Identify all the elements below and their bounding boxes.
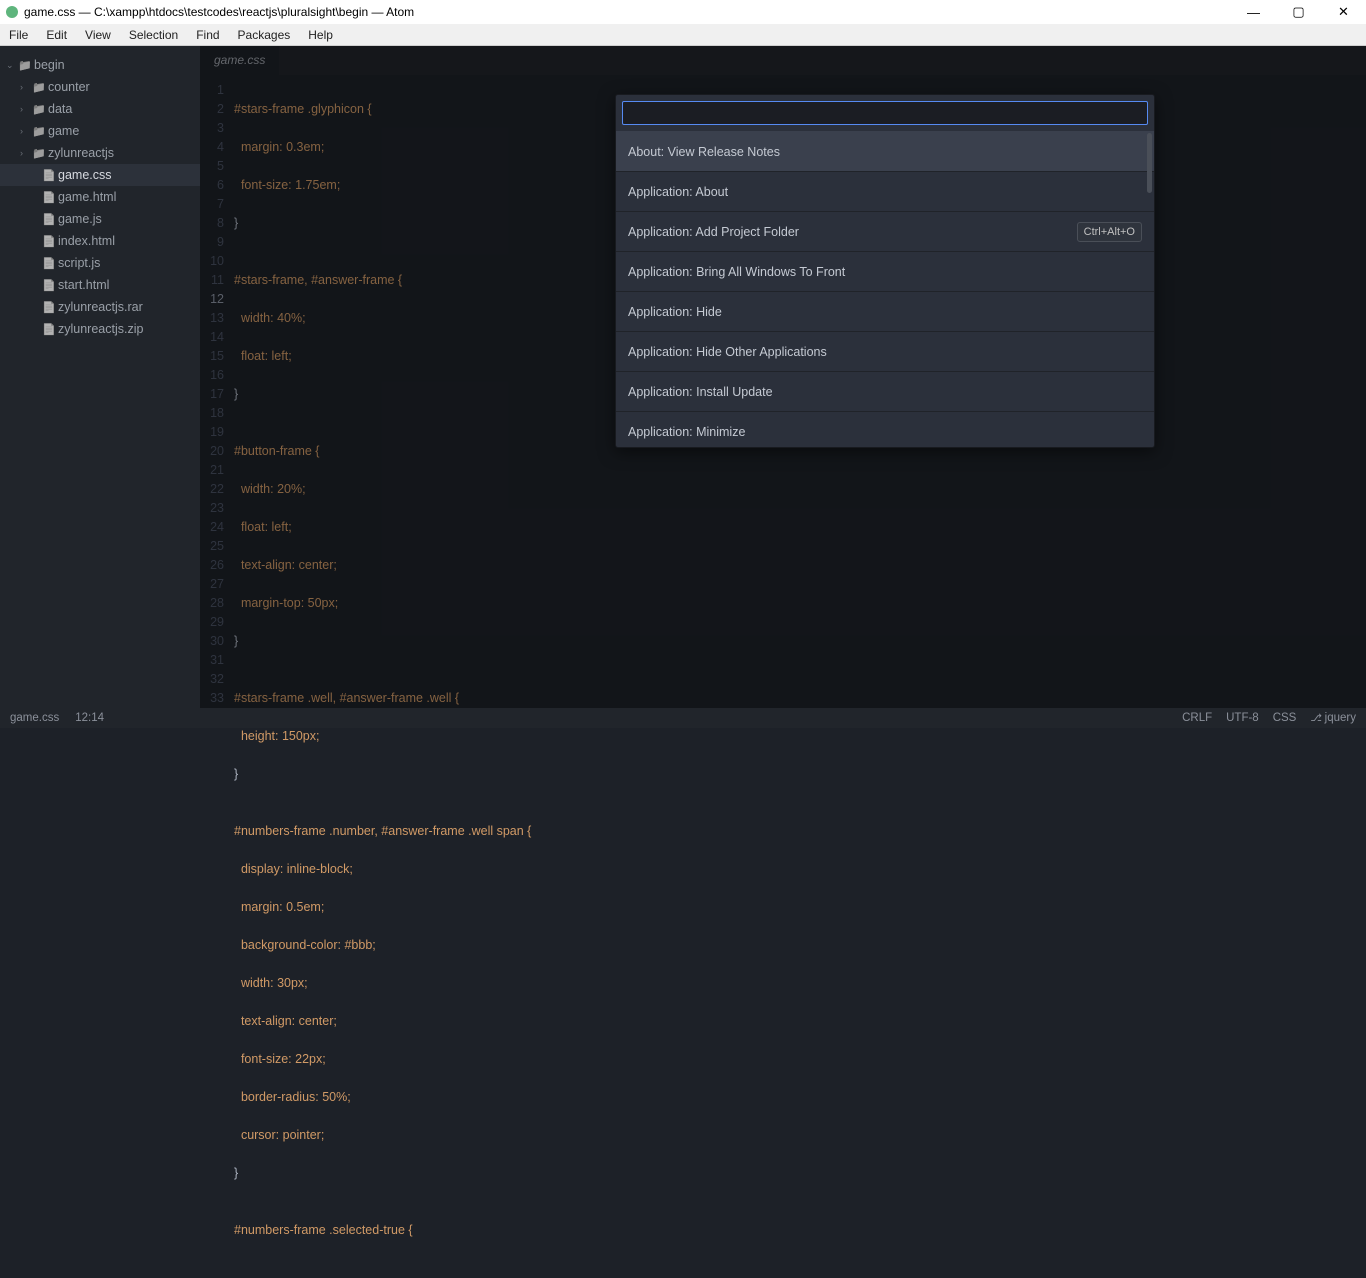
tree-file[interactable]: script.js xyxy=(0,252,200,274)
tree-label: start.html xyxy=(58,278,109,292)
tree-file[interactable]: start.html xyxy=(0,274,200,296)
chevron-right-icon: › xyxy=(20,126,30,136)
menu-packages[interactable]: Packages xyxy=(229,28,300,42)
file-icon xyxy=(40,235,58,248)
tree-file[interactable]: game.js xyxy=(0,208,200,230)
tree-label: index.html xyxy=(58,234,115,248)
window-title: game.css — C:\xampp\htdocs\testcodes\rea… xyxy=(24,5,414,19)
menu-edit[interactable]: Edit xyxy=(37,28,76,42)
chevron-right-icon: › xyxy=(20,148,30,158)
tree-label: game xyxy=(48,124,79,138)
tree-label: game.js xyxy=(58,212,102,226)
command-palette: About: View Release Notes Application: A… xyxy=(615,94,1155,448)
menu-file[interactable]: File xyxy=(0,28,37,42)
tree-label: script.js xyxy=(58,256,100,270)
file-icon xyxy=(40,257,58,270)
palette-item[interactable]: Application: Hide Other Applications xyxy=(616,331,1154,371)
palette-item[interactable]: Application: About xyxy=(616,171,1154,211)
palette-item-label: Application: Install Update xyxy=(628,385,773,399)
palette-item[interactable]: Application: Minimize xyxy=(616,411,1154,447)
palette-item[interactable]: Application: Bring All Windows To Front xyxy=(616,251,1154,291)
tree-folder[interactable]: › counter xyxy=(0,76,200,98)
command-palette-input[interactable] xyxy=(622,101,1148,125)
menu-view[interactable]: View xyxy=(76,28,120,42)
tree-root-label: begin xyxy=(34,58,65,72)
menu-bar: File Edit View Selection Find Packages H… xyxy=(0,24,1366,46)
status-file[interactable]: game.css xyxy=(10,712,59,724)
editor-pane: game.css 12345 678910 1112131415 1617181… xyxy=(200,46,1366,708)
palette-item-label: Application: Minimize xyxy=(628,425,745,439)
chevron-right-icon: › xyxy=(20,82,30,92)
palette-item-label: Application: Hide xyxy=(628,305,722,319)
folder-icon xyxy=(30,103,48,116)
tree-folder[interactable]: › game xyxy=(0,120,200,142)
palette-item-label: About: View Release Notes xyxy=(628,145,780,159)
folder-icon xyxy=(16,59,34,72)
palette-item[interactable]: Application: Add Project Folder Ctrl+Alt+… xyxy=(616,211,1154,251)
chevron-down-icon: ⌄ xyxy=(6,60,16,71)
tree-file[interactable]: zylunreactjs.rar xyxy=(0,296,200,318)
menu-find[interactable]: Find xyxy=(187,28,228,42)
file-icon xyxy=(40,279,58,292)
palette-item-label: Application: Add Project Folder xyxy=(628,225,799,239)
palette-item-label: Application: Bring All Windows To Front xyxy=(628,265,845,279)
tree-folder[interactable]: › data xyxy=(0,98,200,120)
tree-label: counter xyxy=(48,80,90,94)
chevron-right-icon: › xyxy=(20,104,30,114)
tree-label: game.html xyxy=(58,190,116,204)
palette-item-label: Application: About xyxy=(628,185,728,199)
palette-item[interactable]: About: View Release Notes xyxy=(616,131,1154,171)
tree-label: game.css xyxy=(58,168,112,182)
menu-help[interactable]: Help xyxy=(299,28,342,42)
file-icon xyxy=(40,169,58,182)
tree-folder[interactable]: › zylunreactjs xyxy=(0,142,200,164)
folder-icon xyxy=(30,81,48,94)
tree-file[interactable]: game.html xyxy=(0,186,200,208)
file-icon xyxy=(40,191,58,204)
tree-label: zylunreactjs.rar xyxy=(58,300,143,314)
status-cursor[interactable]: 12:14 xyxy=(75,712,104,724)
folder-icon xyxy=(30,147,48,160)
keybinding-hint: Ctrl+Alt+O xyxy=(1077,222,1142,242)
tree-label: zylunreactjs.zip xyxy=(58,322,143,336)
tree-file[interactable]: game.css xyxy=(0,164,200,186)
palette-item[interactable]: Application: Hide xyxy=(616,291,1154,331)
tree-label: data xyxy=(48,102,72,116)
palette-item-label: Application: Hide Other Applications xyxy=(628,345,827,359)
close-button[interactable]: ✕ xyxy=(1321,0,1366,24)
atom-logo-icon xyxy=(6,6,18,18)
command-palette-list: About: View Release Notes Application: A… xyxy=(616,131,1154,447)
maximize-button[interactable]: ▢ xyxy=(1276,0,1321,24)
file-icon xyxy=(40,323,58,336)
minimize-button[interactable]: — xyxy=(1231,0,1276,24)
scrollbar-thumb[interactable] xyxy=(1147,133,1152,193)
palette-item[interactable]: Application: Install Update xyxy=(616,371,1154,411)
tree-label: zylunreactjs xyxy=(48,146,114,160)
tree-file[interactable]: index.html xyxy=(0,230,200,252)
tree-view: ⌄ begin › counter › data › game › zylunreact… xyxy=(0,46,200,708)
file-icon xyxy=(40,213,58,226)
tree-root[interactable]: ⌄ begin xyxy=(0,54,200,76)
tree-file[interactable]: zylunreactjs.zip xyxy=(0,318,200,340)
window-titlebar: game.css — C:\xampp\htdocs\testcodes\rea… xyxy=(0,0,1366,24)
file-icon xyxy=(40,301,58,314)
folder-icon xyxy=(30,125,48,138)
menu-selection[interactable]: Selection xyxy=(120,28,187,42)
